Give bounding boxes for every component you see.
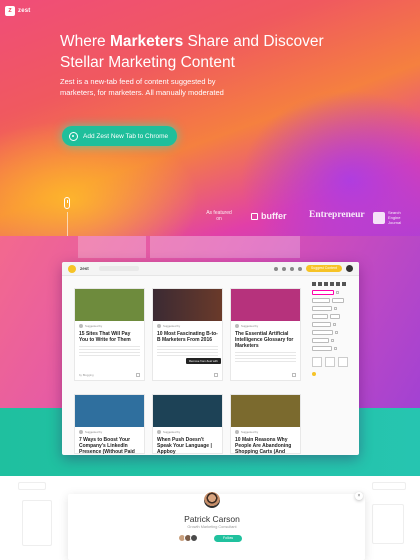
logo-text: zest — [18, 8, 31, 14]
featured-label: As featured on — [206, 210, 232, 222]
hero-headline: Where Marketers Share and Discover Stell… — [60, 33, 324, 71]
chrome-icon — [69, 131, 78, 141]
card-title: 10 Most Fascinating B-to-B Marketers Fro… — [157, 331, 218, 343]
card-image — [153, 289, 222, 321]
app-toolbar: zest Suggest Content — [62, 262, 359, 276]
card-image — [75, 289, 144, 321]
filter-pill[interactable] — [312, 306, 332, 311]
avatar[interactable] — [346, 265, 353, 272]
card-excerpt — [79, 346, 140, 356]
content-card[interactable]: Suggested by 15 Sites That Will Pay You … — [74, 288, 145, 381]
hero-subline: Zest is a new-tab feed of content sugges… — [60, 77, 224, 97]
card-title: 7 Ways to Boost Your Company's LinkedIn … — [79, 437, 135, 455]
card-tag: by Blogging — [79, 373, 94, 377]
sidebar-icons — [312, 282, 354, 286]
filter-pill[interactable] — [312, 290, 334, 295]
card-title: 10 Main Reasons Why People Are Abandonin… — [235, 437, 292, 455]
card-excerpt — [235, 352, 296, 362]
filter-pill[interactable] — [312, 346, 332, 351]
bookmark-icon[interactable] — [214, 373, 218, 377]
zest-logo-icon: z — [5, 6, 15, 16]
card-image — [231, 289, 300, 321]
filter-pill[interactable] — [312, 314, 328, 319]
cta-label: Add Zest New Tab to Chrome — [83, 132, 169, 140]
checkbox[interactable] — [336, 291, 339, 294]
ghost-tab — [150, 236, 300, 258]
search-input[interactable] — [98, 266, 139, 271]
source-avatar — [235, 430, 239, 434]
follow-button[interactable]: Follow — [214, 535, 242, 542]
scroll-line — [66, 212, 68, 238]
filter-pill[interactable] — [312, 330, 333, 335]
layout-tiles — [312, 357, 354, 367]
buffer-icon — [251, 212, 258, 220]
filter-pill[interactable] — [312, 322, 331, 327]
card-image — [153, 395, 222, 427]
content-card[interactable]: Suggested by 7 Ways to Boost Your Compan… — [74, 394, 145, 455]
content-card[interactable]: Suggested by 10 Main Reasons Why People … — [230, 394, 301, 455]
app-window: zest Suggest Content Suggested by 15 Sit… — [62, 262, 359, 455]
settings-icon[interactable] — [297, 266, 302, 271]
card-title: 15 Sites That Will Pay You to Write for … — [79, 331, 131, 343]
card-title: When Push Doesn't Speak Your Language | … — [157, 437, 212, 455]
suggest-content-button[interactable]: Suggest Content — [305, 265, 342, 272]
add-to-chrome-button[interactable]: Add Zest New Tab to Chrome — [62, 126, 177, 146]
checkbox[interactable] — [334, 307, 337, 310]
ghost-tab — [78, 236, 146, 258]
scroll-down-icon[interactable] — [64, 197, 70, 209]
source-avatar — [79, 430, 83, 434]
filter-pill[interactable] — [332, 298, 344, 303]
profile-role: Growth Marketing Consultant — [187, 525, 237, 529]
source-avatar — [157, 430, 161, 434]
grid-icon[interactable] — [281, 266, 286, 271]
zest-logo-icon[interactable] — [68, 264, 76, 273]
bookmark-icon[interactable] — [136, 373, 140, 377]
press-logo-sej[interactable]: Search Engine Journal — [373, 210, 408, 225]
card-title: The Essential Artificial Intelligence Gl… — [235, 331, 294, 349]
hero-section: z zest Where Marketers Share and Discove… — [0, 0, 420, 240]
filter-sidebar — [312, 282, 354, 376]
tooltip: Remove from Zest with — [186, 358, 221, 364]
card-image — [75, 395, 144, 427]
search-icon[interactable] — [273, 266, 278, 271]
avatar — [190, 534, 198, 542]
content-card[interactable]: Suggested by 10 Most Fascinating B-to-B … — [152, 288, 223, 381]
close-icon[interactable]: × — [355, 492, 363, 500]
card-image — [231, 395, 300, 427]
follower-avatars[interactable] — [178, 534, 198, 542]
bookmark-icon[interactable] — [289, 266, 294, 271]
app-name: zest — [80, 266, 89, 271]
source-avatar — [157, 324, 161, 328]
filter-pill[interactable] — [312, 298, 330, 303]
filter-pill[interactable] — [312, 338, 329, 343]
filter-pill[interactable] — [330, 314, 340, 319]
press-logo-entrepreneur[interactable]: Entrepreneur — [309, 210, 365, 220]
sej-icon — [373, 211, 385, 224]
source-avatar — [235, 324, 239, 328]
content-card[interactable]: Suggested by The Essential Artificial In… — [230, 288, 301, 381]
checkbox[interactable] — [334, 347, 337, 350]
source-avatar — [79, 324, 83, 328]
content-card[interactable]: Suggested by When Push Doesn't Speak You… — [152, 394, 223, 455]
bulb-icon — [312, 372, 316, 376]
avatar[interactable] — [203, 491, 221, 509]
bookmark-icon[interactable] — [292, 373, 296, 377]
sidebar-note — [312, 372, 354, 376]
press-logo-buffer[interactable]: buffer — [251, 211, 287, 221]
profile-name: Patrick Carson — [184, 514, 240, 524]
checkbox[interactable] — [333, 323, 336, 326]
checkbox[interactable] — [331, 339, 334, 342]
card-excerpt — [157, 346, 218, 356]
checkbox[interactable] — [335, 331, 338, 334]
site-logo[interactable]: z zest — [5, 6, 30, 16]
